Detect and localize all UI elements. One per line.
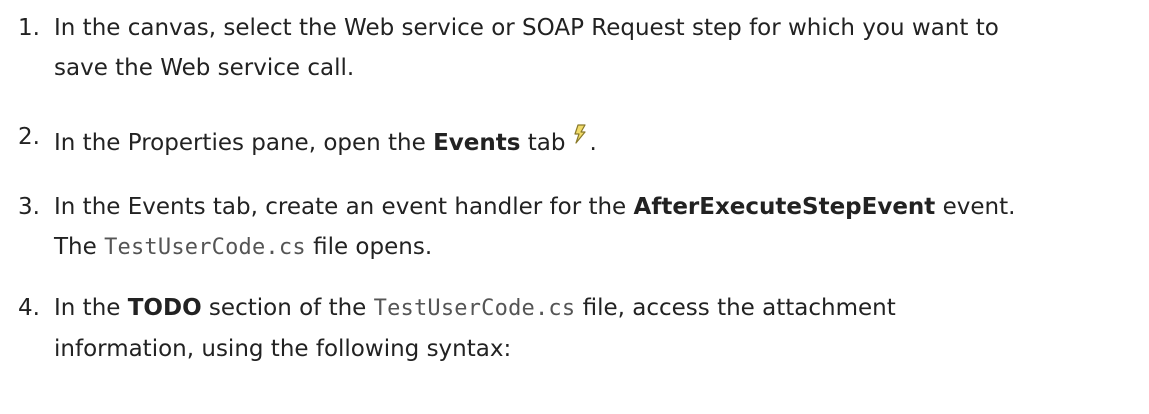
text-run: .	[589, 130, 597, 156]
step-line: In the Properties pane, open the Events …	[54, 117, 1144, 163]
step-text: In the Events tab, create an event handl…	[54, 187, 1144, 268]
step-line: In the canvas, select the Web service or…	[54, 15, 999, 41]
text-run: In the Properties pane, open the	[54, 130, 434, 156]
step-number: 2.	[18, 124, 40, 150]
text-run: tab	[520, 130, 566, 156]
section-name: TODO	[127, 295, 202, 321]
text-run: section of the	[201, 295, 374, 321]
step-line: save the Web service call.	[54, 55, 355, 81]
step-text: In the Properties pane, open the Events …	[54, 117, 1144, 163]
ui-term-events: Events	[433, 130, 521, 156]
step-text: In the canvas, select the Web service or…	[54, 8, 1144, 88]
step-number: 4.	[18, 295, 40, 321]
step-line: In the TODO section of the TestUserCode.…	[54, 288, 1144, 329]
text-run: file, access the attachment	[575, 295, 896, 321]
step-line: information, using the following syntax:	[54, 336, 512, 362]
text-run: file opens.	[305, 234, 433, 260]
event-name: AfterExecuteStepEvent	[633, 194, 936, 220]
file-name: TestUserCode.cs	[104, 235, 306, 260]
text-run: The	[54, 234, 105, 260]
text-run: event.	[935, 194, 1016, 220]
text-run: In the Events tab, create an event handl…	[54, 194, 634, 220]
step-number: 3.	[18, 194, 40, 220]
step-number: 1.	[18, 15, 40, 41]
lightning-bolt-icon	[572, 117, 588, 157]
step-text: In the TODO section of the TestUserCode.…	[54, 288, 1144, 369]
file-name: TestUserCode.cs	[373, 296, 576, 321]
text-run: In the	[54, 295, 128, 321]
step-line: In the Events tab, create an event handl…	[54, 187, 1144, 227]
step-line: The TestUserCode.cs file opens.	[54, 227, 1144, 268]
